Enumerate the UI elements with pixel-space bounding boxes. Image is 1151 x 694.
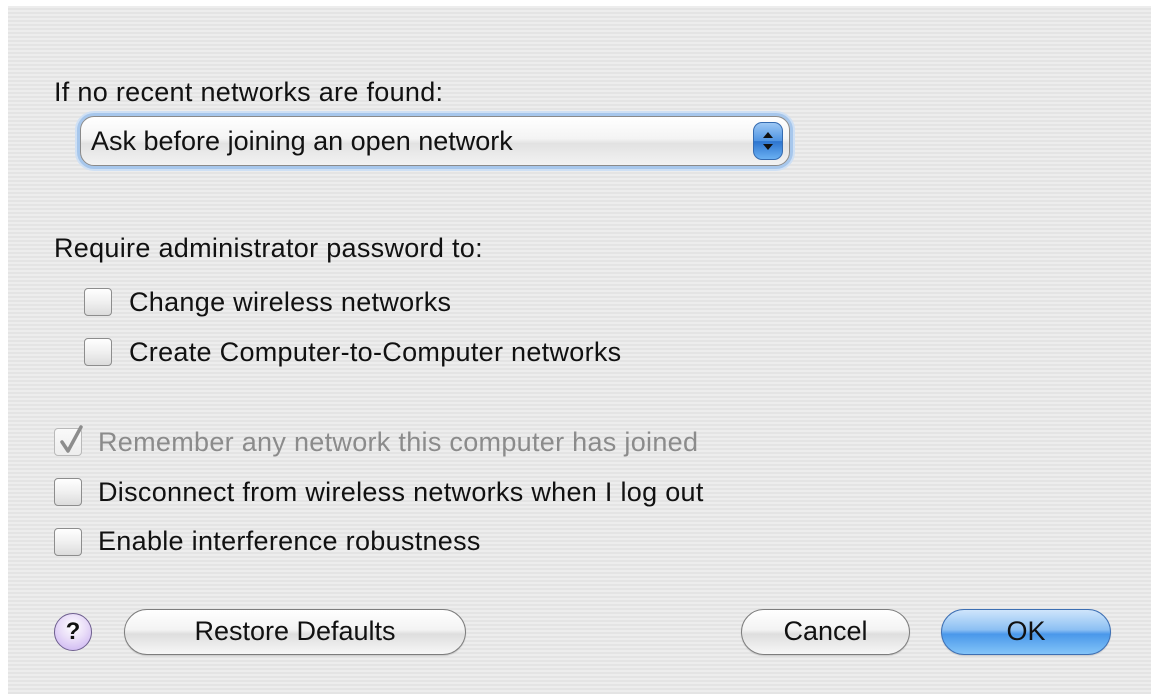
create-computer-networks-label: Create Computer-to-Computer networks — [129, 337, 622, 367]
cancel-button[interactable]: Cancel — [741, 609, 910, 655]
interference-robustness-checkbox[interactable] — [54, 528, 82, 556]
interference-robustness-label: Enable interference robustness — [98, 526, 481, 556]
restore-defaults-button[interactable]: Restore Defaults — [124, 609, 466, 655]
admin-password-label: Require administrator password to: — [54, 233, 483, 263]
disconnect-on-logout-label: Disconnect from wireless networks when I… — [98, 477, 704, 507]
help-button[interactable]: ? — [54, 613, 92, 651]
change-wireless-networks-label: Change wireless networks — [129, 287, 452, 317]
popup-selected-value: Ask before joining an open network — [91, 126, 513, 156]
remember-networks-label: Remember any network this computer has j… — [98, 427, 699, 457]
checkmark-icon — [60, 425, 83, 453]
popup-arrows-icon — [753, 122, 783, 160]
remember-networks-checkbox[interactable] — [54, 425, 83, 456]
ok-button[interactable]: OK — [941, 609, 1111, 655]
create-computer-networks-checkbox[interactable] — [84, 338, 112, 366]
recent-networks-label: If no recent networks are found: — [54, 77, 444, 107]
disconnect-on-logout-checkbox[interactable] — [54, 478, 82, 506]
recent-networks-popup[interactable]: Ask before joining an open network — [80, 116, 790, 166]
change-wireless-networks-checkbox[interactable] — [84, 288, 112, 316]
